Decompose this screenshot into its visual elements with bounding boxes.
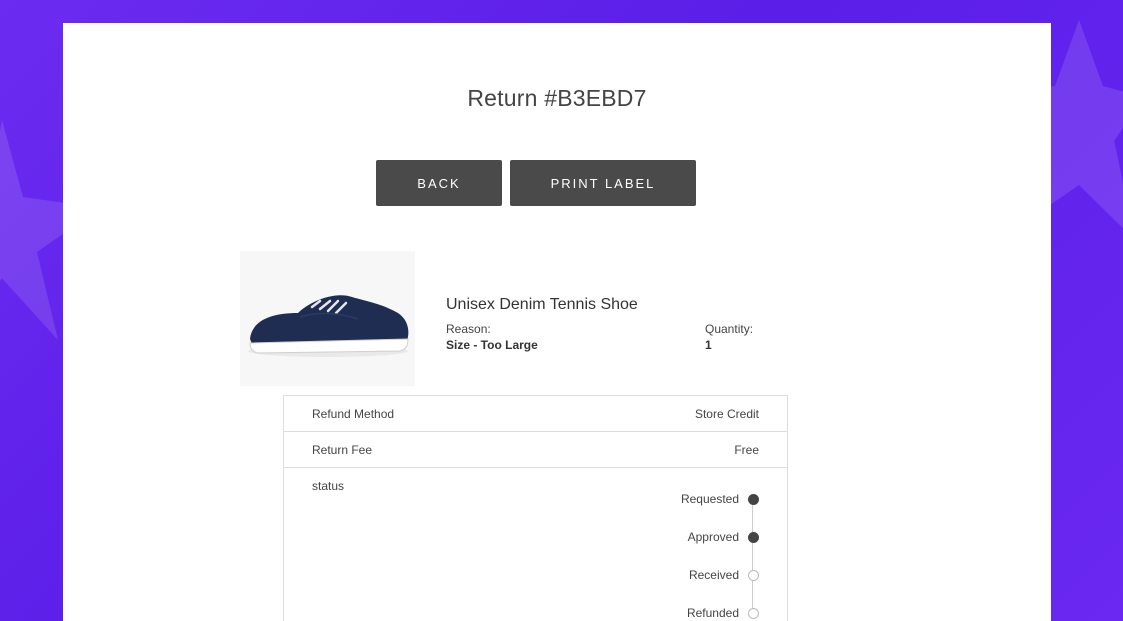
reason-value: Size - Too Large bbox=[446, 338, 538, 352]
quantity-value: 1 bbox=[705, 338, 712, 352]
quantity-label: Quantity: bbox=[705, 322, 754, 336]
status-dot-icon bbox=[748, 531, 759, 543]
status-step-refunded: Refunded bbox=[687, 606, 759, 620]
status-timeline-line bbox=[752, 500, 753, 614]
status-dot-icon bbox=[748, 607, 759, 619]
refund-method-label: Refund Method bbox=[312, 407, 395, 421]
page-title: Return #B3EBD7 bbox=[467, 85, 647, 111]
status-label: status bbox=[312, 479, 345, 493]
status-row: status Requested Approved Received Refun… bbox=[284, 468, 787, 621]
back-button[interactable]: BACK bbox=[376, 160, 502, 206]
return-details-table: Refund Method Store Credit Return Fee Fr… bbox=[283, 395, 788, 621]
status-dot-icon bbox=[748, 493, 759, 505]
return-fee-label: Return Fee bbox=[312, 443, 373, 457]
status-step-label: Requested bbox=[680, 492, 739, 506]
reason-label: Reason: bbox=[446, 322, 491, 336]
return-fee-row: Return Fee Free bbox=[284, 432, 787, 468]
status-step-received: Received bbox=[689, 568, 759, 582]
status-step-requested: Requested bbox=[681, 492, 759, 506]
print-label-button[interactable]: PRINT LABEL bbox=[510, 160, 696, 206]
product-image bbox=[240, 251, 415, 386]
return-fee-value: Free bbox=[734, 443, 759, 457]
status-step-label: Received bbox=[688, 568, 739, 582]
return-detail-panel: Return #B3EBD7 BACK PRINT LABEL Unisex D… bbox=[63, 23, 1051, 621]
refund-method-row: Refund Method Store Credit bbox=[284, 396, 787, 432]
status-dot-icon bbox=[748, 569, 759, 581]
shoe-icon bbox=[248, 295, 409, 357]
product-name: Unisex Denim Tennis Shoe bbox=[446, 296, 638, 313]
status-step-label: Approved bbox=[687, 530, 739, 544]
status-step-label: Refunded bbox=[686, 606, 739, 620]
refund-method-value: Store Credit bbox=[694, 407, 759, 421]
status-step-approved: Approved bbox=[688, 530, 759, 544]
